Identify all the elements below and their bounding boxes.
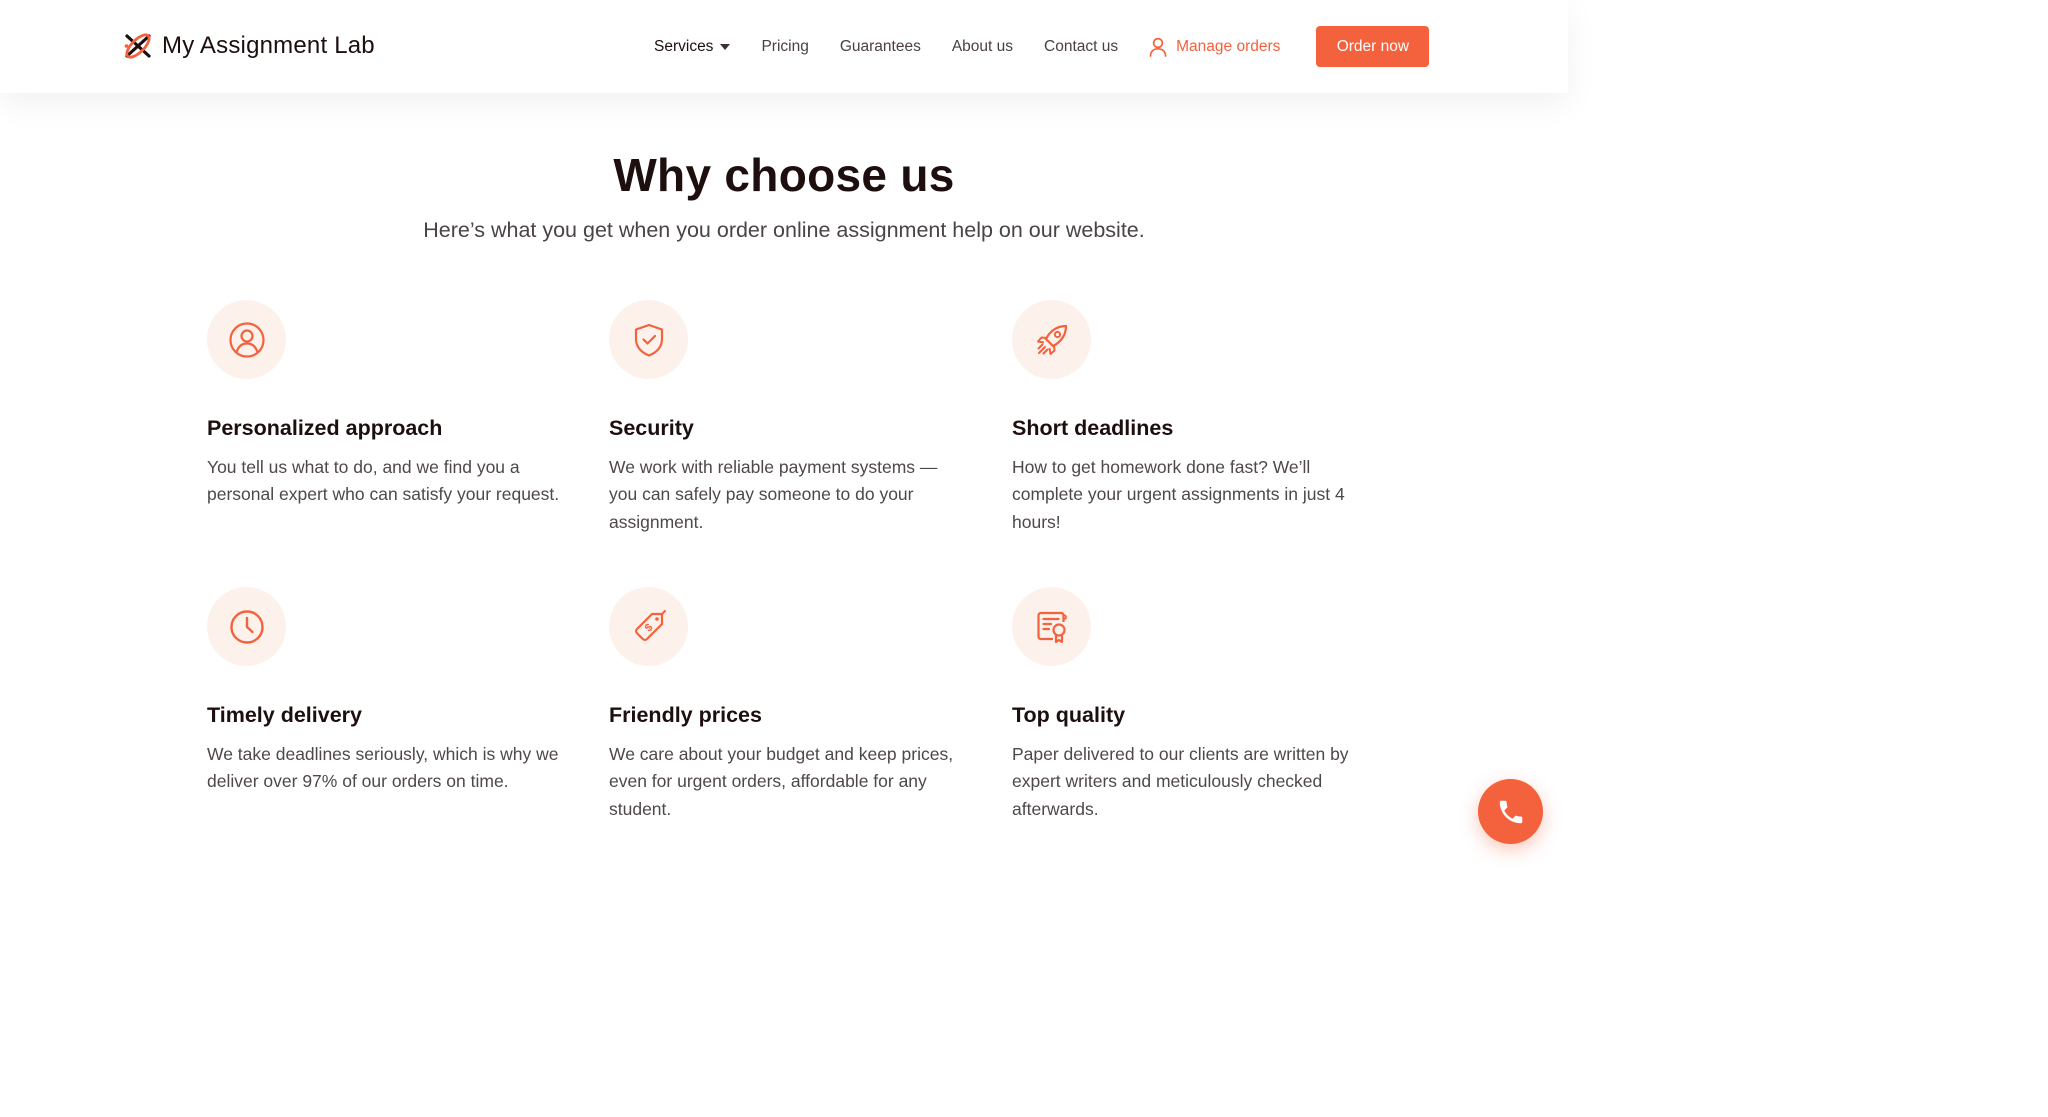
phone-icon	[1499, 800, 1522, 823]
feature-description: We care about your budget and keep price…	[609, 744, 954, 819]
feature-icon-circle: $	[609, 587, 688, 666]
feature-description: We work with reliable payment systems — …	[609, 457, 938, 532]
feature-icon-circle	[609, 300, 688, 379]
call-button[interactable]	[1478, 779, 1543, 844]
caret-down-icon	[720, 44, 731, 50]
feature-friendly-prices: $ Friendly prices We care about your bud…	[609, 587, 969, 823]
logo-mark-icon	[124, 33, 151, 59]
section-title: Why choose us	[613, 149, 955, 201]
site-header: My Assignment Lab Services Pricing Guara…	[0, 0, 1568, 93]
feature-top-quality: Top quality Paper delivered to our clien…	[1012, 587, 1372, 823]
feature-title: Personalized approach	[207, 416, 443, 440]
user-circle-icon	[228, 321, 265, 358]
clock-icon	[229, 609, 264, 644]
feature-title: Timely delivery	[207, 703, 362, 727]
feature-title: Friendly prices	[609, 703, 762, 727]
shield-check-icon	[634, 323, 663, 357]
feature-title: Short deadlines	[1012, 416, 1174, 440]
brand-logo[interactable]: My Assignment Lab	[122, 30, 375, 62]
feature-description: We take deadlines seriously, which is wh…	[207, 744, 559, 792]
manage-orders-link[interactable]: Manage orders	[1149, 37, 1280, 57]
main-nav: Services Pricing Guarantees About us Con…	[654, 0, 1430, 93]
feature-icon-circle	[207, 587, 286, 666]
feature-icon-circle	[1012, 300, 1091, 379]
feature-description: Paper delivered to our clients are writt…	[1012, 744, 1349, 819]
nav-pricing[interactable]: Pricing	[761, 38, 808, 56]
feature-title: Top quality	[1012, 703, 1126, 727]
nav-about-us[interactable]: About us	[952, 38, 1013, 56]
feature-description: How to get homework done fast? We’ll com…	[1012, 457, 1345, 532]
feature-title: Security	[609, 416, 694, 440]
feature-icon-circle	[1012, 587, 1091, 666]
nav-guarantees[interactable]: Guarantees	[840, 38, 921, 56]
user-icon	[1149, 37, 1167, 57]
section-subtitle: Here’s what you get when you order onlin…	[423, 218, 1145, 242]
nav-contact-us[interactable]: Contact us	[1044, 38, 1118, 56]
feature-personalized-approach: Personalized approach You tell us what t…	[207, 300, 567, 509]
price-tag-icon: $	[634, 609, 666, 641]
nav-services-label: Services	[654, 37, 714, 55]
feature-timely-delivery: Timely delivery We take deadlines seriou…	[207, 587, 567, 796]
feature-security: Security We work with reliable payment s…	[609, 300, 969, 536]
nav-services[interactable]: Services	[654, 37, 731, 56]
order-now-button[interactable]: Order now	[1316, 26, 1430, 67]
feature-icon-circle	[207, 300, 286, 379]
certificate-icon	[1036, 611, 1067, 643]
rocket-icon	[1036, 324, 1067, 355]
feature-short-deadlines: Short deadlines How to get homework done…	[1012, 300, 1372, 536]
manage-orders-label: Manage orders	[1176, 37, 1281, 55]
feature-description: You tell us what to do, and we find you …	[207, 457, 560, 505]
brand-name: My Assignment Lab	[162, 32, 375, 59]
